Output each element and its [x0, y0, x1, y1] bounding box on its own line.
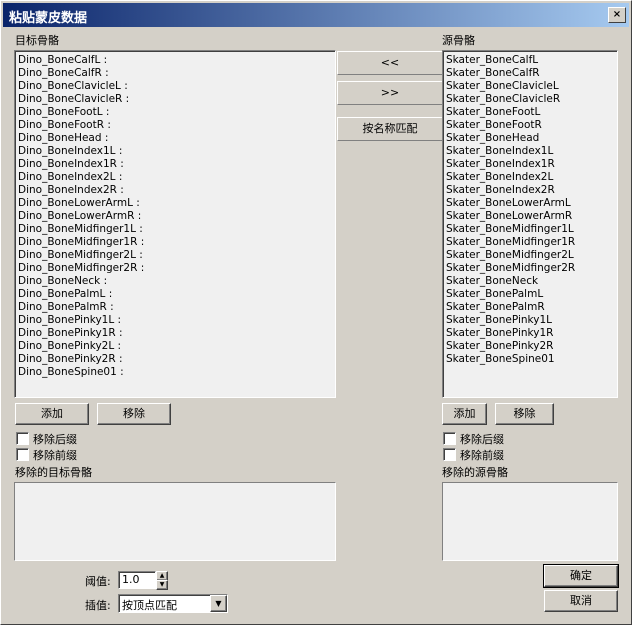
list-item[interactable]: Dino_BoneIndex1L :: [18, 145, 122, 158]
source-remove-button[interactable]: 移除: [495, 403, 554, 425]
move-left-button[interactable]: <<: [337, 51, 443, 75]
list-item[interactable]: Skater_BoneFootR: [446, 119, 542, 132]
threshold-spin-down[interactable]: ▼: [156, 580, 168, 590]
list-item[interactable]: Skater_BoneMidfinger1L: [446, 223, 574, 236]
list-item[interactable]: Dino_BonePinky1L :: [18, 314, 121, 327]
target-remove-suffix-checkbox[interactable]: [16, 432, 29, 445]
cancel-button[interactable]: 取消: [544, 590, 618, 612]
list-item[interactable]: Dino_BoneMidfinger2L :: [18, 249, 143, 262]
target-bones-list[interactable]: Dino_BoneCalfL : Dino_BoneCalfR : Dino_Bon…: [14, 50, 336, 398]
list-item[interactable]: Skater_BoneClavicleL: [446, 80, 559, 93]
list-item[interactable]: Skater_BoneIndex2R: [446, 184, 555, 197]
interpolation-label: 插值:: [85, 599, 111, 612]
list-item[interactable]: Skater_BoneIndex2L: [446, 171, 553, 184]
list-item[interactable]: Skater_BoneNeck: [446, 275, 538, 288]
source-bones-label: 源骨骼: [442, 34, 475, 47]
threshold-value: 1.0: [122, 573, 140, 586]
list-item[interactable]: Dino_BoneCalfL :: [18, 54, 107, 67]
removed-source-bones-label: 移除的源骨骼: [442, 466, 508, 479]
list-item[interactable]: Dino_BoneHead :: [18, 132, 108, 145]
target-add-button[interactable]: 添加: [15, 403, 89, 425]
list-item[interactable]: Dino_BonePinky2R :: [18, 353, 123, 366]
list-item[interactable]: Skater_BoneCalfR: [446, 67, 540, 80]
target-remove-button[interactable]: 移除: [97, 403, 171, 425]
list-item[interactable]: Skater_BonePinky1L: [446, 314, 552, 327]
list-item[interactable]: Skater_BoneLowerArmR: [446, 210, 572, 223]
list-item[interactable]: Skater_BoneCalfL: [446, 54, 538, 67]
removed-target-bones-label: 移除的目标骨骼: [15, 466, 92, 479]
list-item[interactable]: Dino_BoneFootR :: [18, 119, 111, 132]
removed-target-bones-list[interactable]: [14, 482, 336, 561]
list-item[interactable]: Skater_BoneIndex1L: [446, 145, 553, 158]
list-item[interactable]: Skater_BonePalmR: [446, 301, 545, 314]
list-item[interactable]: Skater_BonePalmL: [446, 288, 543, 301]
list-item[interactable]: Skater_BoneMidfinger1R: [446, 236, 575, 249]
list-item[interactable]: Dino_BoneNeck :: [18, 275, 107, 288]
list-item[interactable]: Dino_BoneMidfinger1R :: [18, 236, 144, 249]
target-remove-prefix-label: 移除前缀: [33, 449, 77, 462]
list-item[interactable]: Dino_BonePinky1R :: [18, 327, 123, 340]
source-remove-prefix-label: 移除前缀: [460, 449, 504, 462]
list-item[interactable]: Skater_BoneSpine01: [446, 353, 555, 366]
list-item[interactable]: Skater_BonePinky2R: [446, 340, 553, 353]
list-item[interactable]: Dino_BoneIndex1R :: [18, 158, 124, 171]
move-right-button[interactable]: >>: [337, 81, 443, 105]
list-item[interactable]: Skater_BoneHead: [446, 132, 539, 145]
threshold-label: 阈值:: [85, 575, 111, 588]
source-remove-prefix-checkbox[interactable]: [443, 448, 456, 461]
source-bones-list[interactable]: Skater_BoneCalfL Skater_BoneCalfR Skater_B…: [442, 50, 618, 398]
interpolation-select[interactable]: 按顶点匹配 ▼: [118, 594, 228, 613]
removed-source-bones-list[interactable]: [442, 482, 618, 561]
list-item[interactable]: Dino_BoneSpine01 :: [18, 366, 124, 379]
ok-button[interactable]: 确定: [543, 564, 619, 588]
list-item[interactable]: Dino_BoneIndex2R :: [18, 184, 124, 197]
target-bones-label: 目标骨骼: [15, 34, 59, 47]
source-remove-suffix-label: 移除后缀: [460, 433, 504, 446]
list-item[interactable]: Dino_BoneMidfinger2R :: [18, 262, 144, 275]
target-remove-suffix-label: 移除后缀: [33, 433, 77, 446]
paste-skin-dialog: 粘贴蒙皮数据 × 目标骨骼 Dino_BoneCalfL : Dino_BoneC…: [0, 0, 632, 625]
list-item[interactable]: Dino_BoneMidfinger1L :: [18, 223, 143, 236]
list-item[interactable]: Dino_BoneClavicleL :: [18, 80, 128, 93]
list-item[interactable]: Dino_BoneCalfR :: [18, 67, 109, 80]
list-item[interactable]: Dino_BonePinky2L :: [18, 340, 121, 353]
list-item[interactable]: Dino_BoneClavicleR :: [18, 93, 129, 106]
list-item[interactable]: Dino_BonePalmL :: [18, 288, 112, 301]
list-item[interactable]: Dino_BonePalmR :: [18, 301, 114, 314]
list-item[interactable]: Skater_BoneClavicleR: [446, 93, 560, 106]
window-title: 粘贴蒙皮数据: [9, 11, 88, 26]
list-item[interactable]: Skater_BoneFootL: [446, 106, 540, 119]
list-item[interactable]: Skater_BonePinky1R: [446, 327, 553, 340]
chevron-down-icon[interactable]: ▼: [210, 595, 227, 612]
close-button[interactable]: ×: [608, 7, 626, 23]
source-add-button[interactable]: 添加: [442, 403, 487, 425]
source-remove-suffix-checkbox[interactable]: [443, 432, 456, 445]
list-item[interactable]: Dino_BoneLowerArmL :: [18, 197, 140, 210]
title-bar[interactable]: 粘贴蒙皮数据 ×: [3, 3, 629, 27]
threshold-input[interactable]: 1.0: [118, 571, 156, 589]
list-item[interactable]: Dino_BoneLowerArmR :: [18, 210, 141, 223]
list-item[interactable]: Dino_BoneFootL :: [18, 106, 109, 119]
list-item[interactable]: Skater_BoneIndex1R: [446, 158, 555, 171]
match-by-name-button[interactable]: 按名称匹配: [337, 117, 443, 141]
list-item[interactable]: Skater_BoneMidfinger2R: [446, 262, 575, 275]
list-item[interactable]: Dino_BoneIndex2L :: [18, 171, 122, 184]
list-item[interactable]: Skater_BoneMidfinger2L: [446, 249, 574, 262]
interpolation-value: 按顶点匹配: [122, 599, 177, 612]
target-remove-prefix-checkbox[interactable]: [16, 448, 29, 461]
list-item[interactable]: Skater_BoneLowerArmL: [446, 197, 571, 210]
